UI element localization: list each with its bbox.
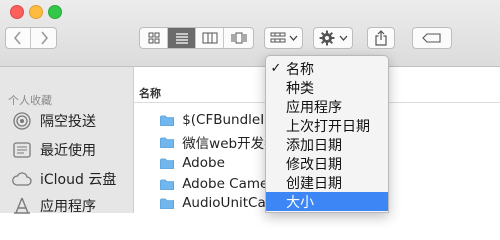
file-name: Adobe Camera xyxy=(182,176,274,192)
chevron-right-icon xyxy=(40,31,48,45)
folder-icon xyxy=(160,137,175,148)
columns-icon xyxy=(202,32,217,44)
zoom-button[interactable] xyxy=(48,5,62,19)
cover-flow-view-button[interactable] xyxy=(224,28,253,48)
menu-item-date-created[interactable]: 创建日期 xyxy=(266,173,388,192)
applications-icon xyxy=(14,197,30,214)
sidebar-section-title: 个人收藏 xyxy=(8,94,52,107)
sidebar-item-applications[interactable]: 应用程序 xyxy=(12,195,96,217)
checkmark-icon: ✓ xyxy=(270,61,282,76)
menu-item-application[interactable]: 应用程序 xyxy=(266,97,388,116)
airdrop-icon xyxy=(13,112,31,130)
file-name: Adobe xyxy=(182,155,225,171)
tag-icon xyxy=(422,33,441,43)
folder-icon xyxy=(160,198,175,209)
file-row[interactable]: 微信web开发者 xyxy=(134,131,274,153)
sidebar: 个人收藏 隔空投送 最近使用 iCloud 云盘 应用程序 xyxy=(0,67,134,215)
column-view-button[interactable] xyxy=(196,28,224,48)
clock-icon xyxy=(13,142,31,158)
forward-button[interactable] xyxy=(31,28,56,48)
back-button[interactable] xyxy=(6,28,32,48)
menu-item-label: 名称 xyxy=(286,61,314,78)
menu-item-label: 大小 xyxy=(286,194,314,211)
arrange-menu: ✓ 名称 种类 应用程序 上次打开日期 添加日期 修改日期 创建日期 大小 xyxy=(265,55,389,213)
file-name: 微信web开发者 xyxy=(182,136,274,152)
list-icon xyxy=(175,33,188,44)
sidebar-item-recents[interactable]: 最近使用 xyxy=(12,139,96,161)
sidebar-item-airdrop[interactable]: 隔空投送 xyxy=(12,110,96,132)
cloud-icon xyxy=(12,172,32,186)
menu-item-label: 种类 xyxy=(286,80,314,97)
file-name: $(CFBundleIde xyxy=(182,112,274,128)
minimize-button[interactable] xyxy=(29,5,43,19)
folder-icon xyxy=(160,115,175,126)
file-name: AudioUnitCach xyxy=(182,195,274,211)
folder-icon xyxy=(160,158,175,169)
chevron-left-icon xyxy=(13,31,21,45)
share-button[interactable] xyxy=(367,27,395,49)
menu-item-kind[interactable]: 种类 xyxy=(266,78,388,97)
chevron-down-icon xyxy=(339,35,347,41)
menu-item-size[interactable]: 大小 xyxy=(266,192,388,211)
menu-item-date-last-opened[interactable]: 上次打开日期 xyxy=(266,116,388,135)
arrange-grid-icon xyxy=(270,32,285,43)
nav-buttons xyxy=(5,27,57,49)
menu-item-label: 创建日期 xyxy=(286,175,342,192)
file-row[interactable]: AudioUnitCach xyxy=(134,192,274,214)
chevron-down-icon xyxy=(289,35,297,41)
grid-icon xyxy=(148,32,159,44)
file-row[interactable]: Adobe xyxy=(134,152,274,174)
sidebar-item-icloud[interactable]: iCloud 云盘 xyxy=(12,168,116,190)
icon-view-button[interactable] xyxy=(140,28,168,48)
action-button[interactable] xyxy=(313,27,353,49)
menu-item-label: 上次打开日期 xyxy=(286,118,370,135)
sidebar-item-label: 应用程序 xyxy=(40,199,96,215)
toolbar xyxy=(0,0,500,67)
menu-item-date-added[interactable]: 添加日期 xyxy=(266,135,388,154)
share-icon xyxy=(375,30,387,46)
view-mode-control xyxy=(139,27,254,49)
menu-item-label: 应用程序 xyxy=(286,99,342,116)
column-header-label: 名称 xyxy=(139,87,161,100)
sidebar-item-label: 隔空投送 xyxy=(40,114,96,130)
menu-item-date-modified[interactable]: 修改日期 xyxy=(266,154,388,173)
file-row[interactable]: $(CFBundleIde xyxy=(134,109,274,131)
close-button[interactable] xyxy=(10,5,24,19)
menu-item-label: 添加日期 xyxy=(286,137,342,154)
tag-button[interactable] xyxy=(412,27,452,49)
folder-icon xyxy=(160,179,175,190)
arrange-button[interactable] xyxy=(264,27,303,49)
sidebar-item-label: 最近使用 xyxy=(40,143,96,159)
cover-flow-icon xyxy=(231,32,246,44)
list-view-button[interactable] xyxy=(168,28,196,48)
menu-item-name[interactable]: ✓ 名称 xyxy=(266,59,388,78)
gear-icon xyxy=(319,30,334,46)
sidebar-item-label: iCloud 云盘 xyxy=(40,172,117,188)
menu-item-label: 修改日期 xyxy=(286,156,342,173)
